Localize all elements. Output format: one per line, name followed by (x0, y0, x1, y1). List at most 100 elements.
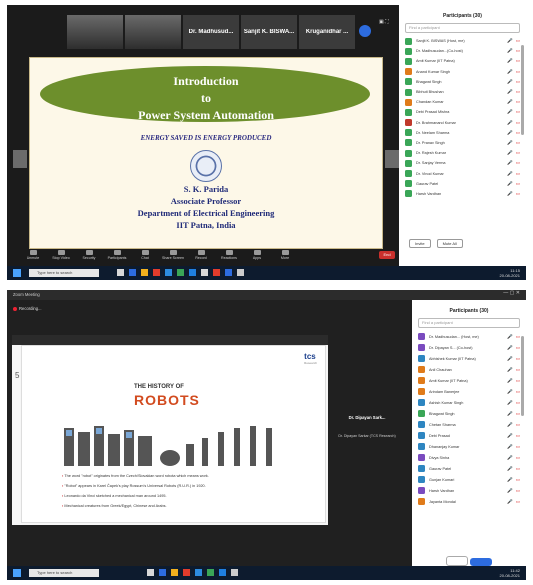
participant-row[interactable]: Dr. Sanjay Verma 🎤 ▭ (405, 158, 520, 168)
presenter-designation: Associate Professor (170, 196, 242, 206)
toolbar-button[interactable]: Reactions (217, 250, 241, 260)
muted-mic-icon: 🎤 (507, 129, 513, 135)
video-thumbnail[interactable]: Kruganidhar ... (299, 15, 355, 49)
toolbar-button[interactable]: Record (189, 250, 213, 260)
participant-row[interactable]: Dr. Rajesh Kumar 🎤 ▭ (405, 148, 520, 158)
invite-button-2[interactable] (446, 556, 468, 566)
toolbar-icon (169, 250, 177, 255)
institute-logo-icon (190, 150, 222, 182)
presenter-institute: IIT Patna, India (176, 220, 236, 230)
participant-avatar (418, 388, 425, 395)
participant-row[interactable]: Amit Kumar (IIT Patna) 🎤 ▭ (405, 56, 520, 66)
end-meeting-button[interactable]: End (379, 251, 395, 259)
participant-row[interactable]: Anand Kumar Singh 🎤 ▭ (405, 67, 520, 77)
toolbar-label: Reactions (221, 256, 237, 260)
participant-row[interactable]: Anil Chauhan 🎤 ▭ (418, 364, 520, 375)
toolbar-label: Record (195, 256, 207, 260)
participant-row[interactable]: Gaurav Patel 🎤 ▭ (418, 463, 520, 474)
participant-row[interactable]: Jayanta Mondal 🎤 ▭ (418, 496, 520, 507)
muted-mic-icon: 🎤 (507, 366, 513, 372)
muted-mic-icon: 🎤 (507, 180, 513, 186)
participant-search-input[interactable]: Find a participant (405, 23, 520, 33)
participant-row[interactable]: Gunjan Kumari 🎤 ▭ (418, 474, 520, 485)
toolbar-button[interactable]: More (273, 250, 297, 260)
participant-row[interactable]: Dr. Brahmanand Kumar 🎤 ▭ (405, 118, 520, 128)
participant-search-input-2[interactable]: Find a participant (418, 318, 520, 328)
participant-row[interactable]: Arindam Banerjee 🎤 ▭ (418, 386, 520, 397)
participant-avatar (418, 399, 425, 406)
muted-mic-icon: 🎤 (507, 109, 513, 115)
participant-row[interactable]: Ashish Kumar Singh 🎤 ▭ (418, 397, 520, 408)
participants-panel: Participants (30) Find a participant San… (399, 5, 526, 266)
video-off-icon: ▭ (515, 68, 520, 74)
next-slide-arrow-icon[interactable] (385, 150, 399, 168)
toolbar-button[interactable]: Participants (105, 250, 129, 260)
participant-row[interactable]: Dr. Madhusudan...(Co-host) 🎤 ▭ (405, 46, 520, 56)
participant-avatar (418, 344, 425, 351)
participant-row[interactable]: Debi Prasad 🎤 ▭ (418, 430, 520, 441)
participant-row[interactable]: Chandan Kumar 🎤 ▭ (405, 97, 520, 107)
participant-row[interactable]: Harsh Vardhan 🎤 ▭ (418, 485, 520, 496)
taskbar-apps[interactable] (117, 269, 244, 276)
participant-row[interactable]: Dr. Pranav Singh 🎤 ▭ (405, 138, 520, 148)
participant-row[interactable]: Debi Prasad Mishra 🎤 ▭ (405, 107, 520, 117)
participant-row[interactable]: Gaurav Patel 🎤 ▭ (405, 179, 520, 189)
view-controls[interactable]: ▣ ⛶ (379, 19, 389, 25)
participant-row[interactable]: Bibhuti Bhushan 🎤 ▭ (405, 87, 520, 97)
prev-slide-arrow-icon[interactable] (13, 150, 27, 168)
toolbar-button[interactable]: Share Screen (161, 250, 185, 260)
video-off-icon: ▭ (515, 443, 520, 449)
scrollbar[interactable] (521, 45, 524, 135)
mute-all-button-2[interactable] (470, 558, 492, 566)
participant-row[interactable]: Harsh Vardhan 🎤 ▭ (405, 189, 520, 199)
scrollbar-2[interactable] (521, 336, 524, 416)
taskbar-search-input[interactable]: Type here to search (29, 269, 99, 277)
speaker-tile[interactable]: Dr. Dipayan Sark... Dr. Dipayan Sarkar (… (332, 415, 402, 460)
zoom-window-2: Zoom Meeting — ▢ ✕ Recording... 5 tcs Res… (7, 290, 526, 580)
toolbar-button[interactable]: Unmute (21, 250, 45, 260)
toolbar-icon (57, 250, 65, 255)
toolbar-icon (29, 250, 37, 255)
participant-row[interactable]: Dr. Vinod Kumar 🎤 ▭ (405, 168, 520, 178)
muted-mic-icon: 🎤 (507, 38, 513, 44)
participant-row[interactable]: Dr. Dipayan S... (Co-host) 🎤 ▭ (418, 342, 520, 353)
participant-name: Gaurav Patel (416, 181, 439, 186)
toolbar-icon (281, 250, 289, 255)
video-thumbnail[interactable] (125, 15, 181, 49)
muted-mic-icon: 🎤 (507, 355, 513, 361)
participant-row[interactable]: Sanjit K. BISWAS (Host, me) 🎤 ▭ (405, 36, 520, 46)
participant-row[interactable]: Bhagwat Singh 🎤 ▭ (405, 77, 520, 87)
record-icon[interactable] (359, 25, 371, 37)
participant-row[interactable]: Dr. Madhusudan... (Host, me) 🎤 ▭ (418, 331, 520, 342)
mute-all-button[interactable]: Mute All (436, 239, 463, 248)
participant-row[interactable]: Bhagwat Singh 🎤 ▭ (418, 408, 520, 419)
video-off-icon: ▭ (515, 432, 520, 438)
muted-mic-icon: 🎤 (507, 399, 513, 405)
participant-name: Dr. Sanjay Verma (416, 161, 446, 166)
video-thumbnail[interactable]: Dr. Madhusud... (183, 15, 239, 49)
participant-row[interactable]: Dhananjay Kumar 🎤 ▭ (418, 441, 520, 452)
video-thumbnail[interactable]: Sanjit K. BISWA... (241, 15, 297, 49)
invite-button[interactable]: Invite (409, 239, 431, 248)
participant-name: Dhananjay Kumar (429, 444, 460, 449)
participant-row[interactable]: Dr. Neelam Sharma 🎤 ▭ (405, 128, 520, 138)
participant-row[interactable]: Divya Sinha 🎤 ▭ (418, 452, 520, 463)
participant-name: Dr. Pranav Singh (416, 140, 445, 145)
video-thumbnail[interactable] (67, 15, 123, 49)
participant-row[interactable]: Chetan Sharma 🎤 ▭ (418, 419, 520, 430)
toolbar-button[interactable]: Stop Video (49, 250, 73, 260)
windows-start-icon-2[interactable] (13, 569, 21, 577)
participants-title: Participants (30) (443, 13, 482, 19)
speaker-name: Dr. Dipayan Sark... (348, 415, 386, 420)
window-controls[interactable]: — ▢ ✕ (503, 290, 520, 296)
shared-slide: Introduction to Power System Automation … (29, 57, 383, 249)
toolbar-button[interactable]: Apps (245, 250, 269, 260)
toolbar-button[interactable]: Security (77, 250, 101, 260)
windows-start-icon[interactable] (13, 269, 21, 277)
taskbar-clock: 11:15 20-08-2021 (499, 268, 520, 278)
participant-row[interactable]: Amit Kumar (IIT Patna) 🎤 ▭ (418, 375, 520, 386)
participant-row[interactable]: Abhishek Kumar (IIT Patna) 🎤 ▭ (418, 353, 520, 364)
taskbar-apps-2[interactable] (147, 569, 238, 576)
toolbar-button[interactable]: Chat (133, 250, 157, 260)
taskbar-search-input-2[interactable]: Type here to search (29, 569, 99, 577)
